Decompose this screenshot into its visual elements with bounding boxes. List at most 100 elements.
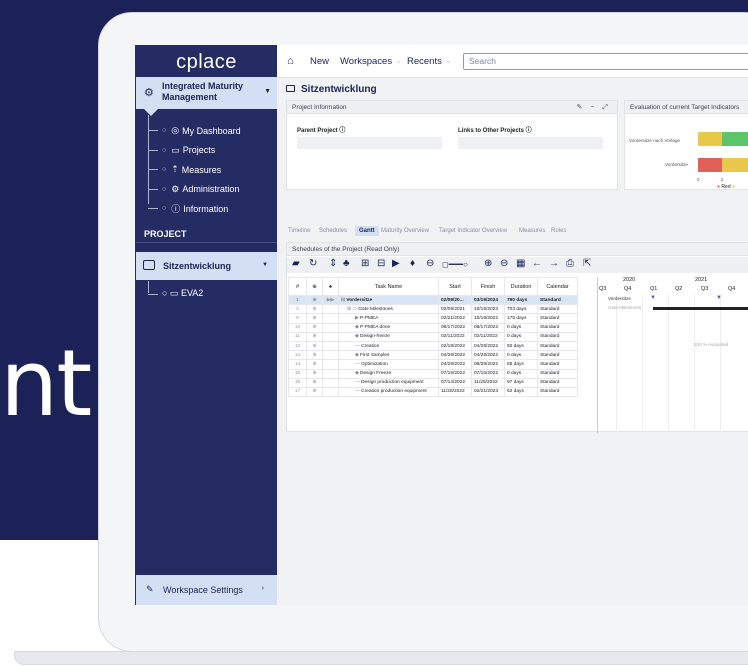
- tab-gantt[interactable]: Gantt: [355, 226, 379, 236]
- sidebar-item-eva2[interactable]: ○ ▭ EVA2: [148, 288, 203, 299]
- bar-label: Vordersitze: [608, 296, 631, 301]
- table-cell: [322, 359, 339, 370]
- laptop-base: [14, 651, 748, 665]
- quarter-label: Q3: [701, 286, 709, 292]
- year-label: 2020: [623, 277, 636, 283]
- table-cell: [322, 340, 339, 352]
- zoom-in-icon[interactable]: ⊕: [484, 258, 492, 269]
- workspace-selector[interactable]: ⚙ Integrated Maturity Management ▼: [136, 77, 277, 109]
- sidebar-item-measures[interactable]: ○ ⇡ Measures: [148, 160, 241, 180]
- task-name-cell: — Creation: [338, 340, 439, 352]
- table-cell: 0 days: [504, 368, 538, 379]
- table-cell: 07/15/2022: [471, 368, 505, 379]
- table-cell: 85 days: [504, 359, 538, 370]
- table-cell: 14: [288, 359, 307, 370]
- task-name-cell: ◆ Design Freeze: [338, 368, 439, 379]
- search-input[interactable]: Search: [463, 53, 748, 70]
- table-row[interactable]: 12 ⊕ — Creation 02/18/2022 04/28/2022 50 days…: [288, 340, 578, 352]
- task-name: Design-freeze: [360, 334, 390, 340]
- home-icon[interactable]: ⌂: [287, 55, 294, 67]
- task-name: Vordersitze: [346, 297, 373, 303]
- tab-measures[interactable]: Measures: [519, 228, 545, 234]
- column-header[interactable]: Duration: [504, 277, 538, 296]
- tab-roles[interactable]: Roles: [551, 228, 566, 234]
- column-header[interactable]: Finish: [471, 277, 505, 296]
- table-row[interactable]: 15 ⊕ ◆ Design Freeze 07/15/2022 07/15/2022 0 …: [288, 368, 578, 379]
- milestone-icon[interactable]: ▶: [392, 258, 400, 269]
- table-cell: [322, 377, 339, 388]
- links-label: Links to Other Projects ⓘ: [458, 128, 532, 134]
- table-cell: 12: [288, 340, 307, 352]
- sidebar-item-dashboard[interactable]: ○ ◎ My Dashboard: [148, 121, 241, 141]
- project-info-panel: Project Information ✎ − ⤢ Parent Project …: [286, 100, 618, 190]
- task-name-cell: ◆ First Samples: [338, 350, 439, 361]
- bar-label: 100 % evaluated: [694, 342, 729, 347]
- links-field[interactable]: [458, 137, 603, 149]
- table-cell: ⊕: [306, 359, 323, 370]
- table-cell: 04/28/2022: [438, 350, 472, 361]
- sidebar-item-administration[interactable]: ○ ⚙ Administration: [148, 180, 241, 200]
- column-header[interactable]: Calendar: [537, 277, 578, 296]
- workspace-settings[interactable]: ✎ Workspace Settings ›: [136, 575, 277, 605]
- recents-menu[interactable]: Recents: [407, 56, 442, 67]
- table-row[interactable]: 14 ⊕ — Optimization 04/29/2022 08/29/2022 85 …: [288, 359, 578, 370]
- zoom-slider[interactable]: ◻━━━○: [442, 260, 468, 269]
- table-row[interactable]: 13 ⊕ ◆ First Samples 04/28/2022 04/28/2022 0 …: [288, 350, 578, 361]
- print-icon[interactable]: ⎙: [566, 258, 574, 269]
- table-row[interactable]: 16 ⊕ — Design production equipment 07/14/20…: [288, 377, 578, 388]
- table-cell: 02/18/2022: [438, 340, 472, 352]
- table-cell: 07/15/2022: [438, 368, 472, 379]
- zoom-fit-icon[interactable]: ⊖: [500, 258, 508, 269]
- project-selector[interactable]: Sitzentwicklung ▼: [136, 252, 277, 280]
- chevron-down-icon: ▼: [264, 88, 271, 95]
- table-cell: 02/09/20...: [438, 294, 472, 306]
- tab-maturity-overview[interactable]: Maturity Overview: [381, 228, 429, 234]
- table-row[interactable]: 10 ⊕ ◆ P-PMEA done 08/17/2022 08/17/2022 0 da…: [288, 322, 578, 333]
- zoom-out-icon[interactable]: ⊖: [426, 258, 434, 269]
- task-name-cell: ⊟ Vordersitze: [338, 294, 439, 306]
- arrow-right-icon[interactable]: →: [549, 258, 559, 269]
- tab-target-indicator-overview[interactable]: Target Indicator Overview: [439, 228, 507, 234]
- bar-label: Gate Milestones: [608, 305, 642, 310]
- table-row[interactable]: 9 ⊕ ▶ P-PMEA 02/21/2022 10/19/2022 175 days St…: [288, 313, 578, 324]
- table-cell: 04/29/2022: [438, 359, 472, 370]
- sidebar-item-information[interactable]: ○ ⓘ Information: [148, 199, 241, 219]
- collapse-icon[interactable]: ⊟: [377, 258, 385, 269]
- table-row[interactable]: 2 ⊕ ⊞ ▭ Gate Milestones 02/09/2021 10/19/202…: [288, 304, 578, 315]
- expand-icon[interactable]: ⊞: [361, 258, 369, 269]
- refresh-icon[interactable]: ↻: [309, 258, 317, 269]
- critical-path-icon[interactable]: ♦: [410, 258, 415, 269]
- panel-tools[interactable]: ✎ − ⤢: [577, 101, 611, 114]
- summary-bar[interactable]: [653, 307, 748, 310]
- tab-timeline[interactable]: Timeline: [288, 228, 310, 234]
- table-row[interactable]: 1 ⊕ ▶▶ ⊟ Vordersitze 02/09/20... 03/19/2024 79…: [288, 294, 578, 306]
- axis-tick: 0: [697, 177, 700, 182]
- tab-schedules[interactable]: Schedules: [319, 228, 347, 234]
- workspace-label: Integrated Maturity Management: [162, 81, 244, 102]
- hierarchy-icon[interactable]: ♣: [343, 258, 350, 269]
- column-header[interactable]: Start: [438, 277, 472, 296]
- column-header[interactable]: Task Name: [338, 277, 439, 296]
- gear-icon: ⚙: [171, 183, 180, 194]
- export-icon[interactable]: ⇱: [583, 258, 591, 269]
- quarter-label: Q1: [650, 286, 658, 292]
- calendar-icon[interactable]: ▦: [516, 258, 525, 269]
- table-cell: 97 days: [504, 377, 538, 388]
- table-cell: Standard: [537, 377, 578, 388]
- table-cell: ⊕: [306, 322, 323, 333]
- table-row[interactable]: 17 ⊕ — Creation production equipment 11/28/…: [288, 386, 578, 398]
- table-cell: 11/25/2022: [471, 377, 505, 388]
- parent-project-field[interactable]: [297, 137, 442, 149]
- workspaces-menu[interactable]: Workspaces: [340, 56, 392, 67]
- table-cell: 16: [288, 377, 307, 388]
- table-cell: [322, 368, 339, 379]
- chevron-down-icon: ⌄: [445, 56, 452, 65]
- indent-icon[interactable]: ⇕: [329, 258, 337, 269]
- sidebar-item-projects[interactable]: ○ ▭ Projects: [148, 141, 241, 161]
- grid-line: [720, 295, 721, 433]
- arrow-left-icon[interactable]: ←: [532, 258, 542, 269]
- new-button[interactable]: New: [310, 56, 329, 67]
- table-row[interactable]: 11 ⊕ ◆ Design-freeze 02/11/2022 02/11/2022 0 …: [288, 331, 578, 342]
- folder-open-icon[interactable]: ▰: [292, 258, 300, 269]
- table-cell: [322, 331, 339, 342]
